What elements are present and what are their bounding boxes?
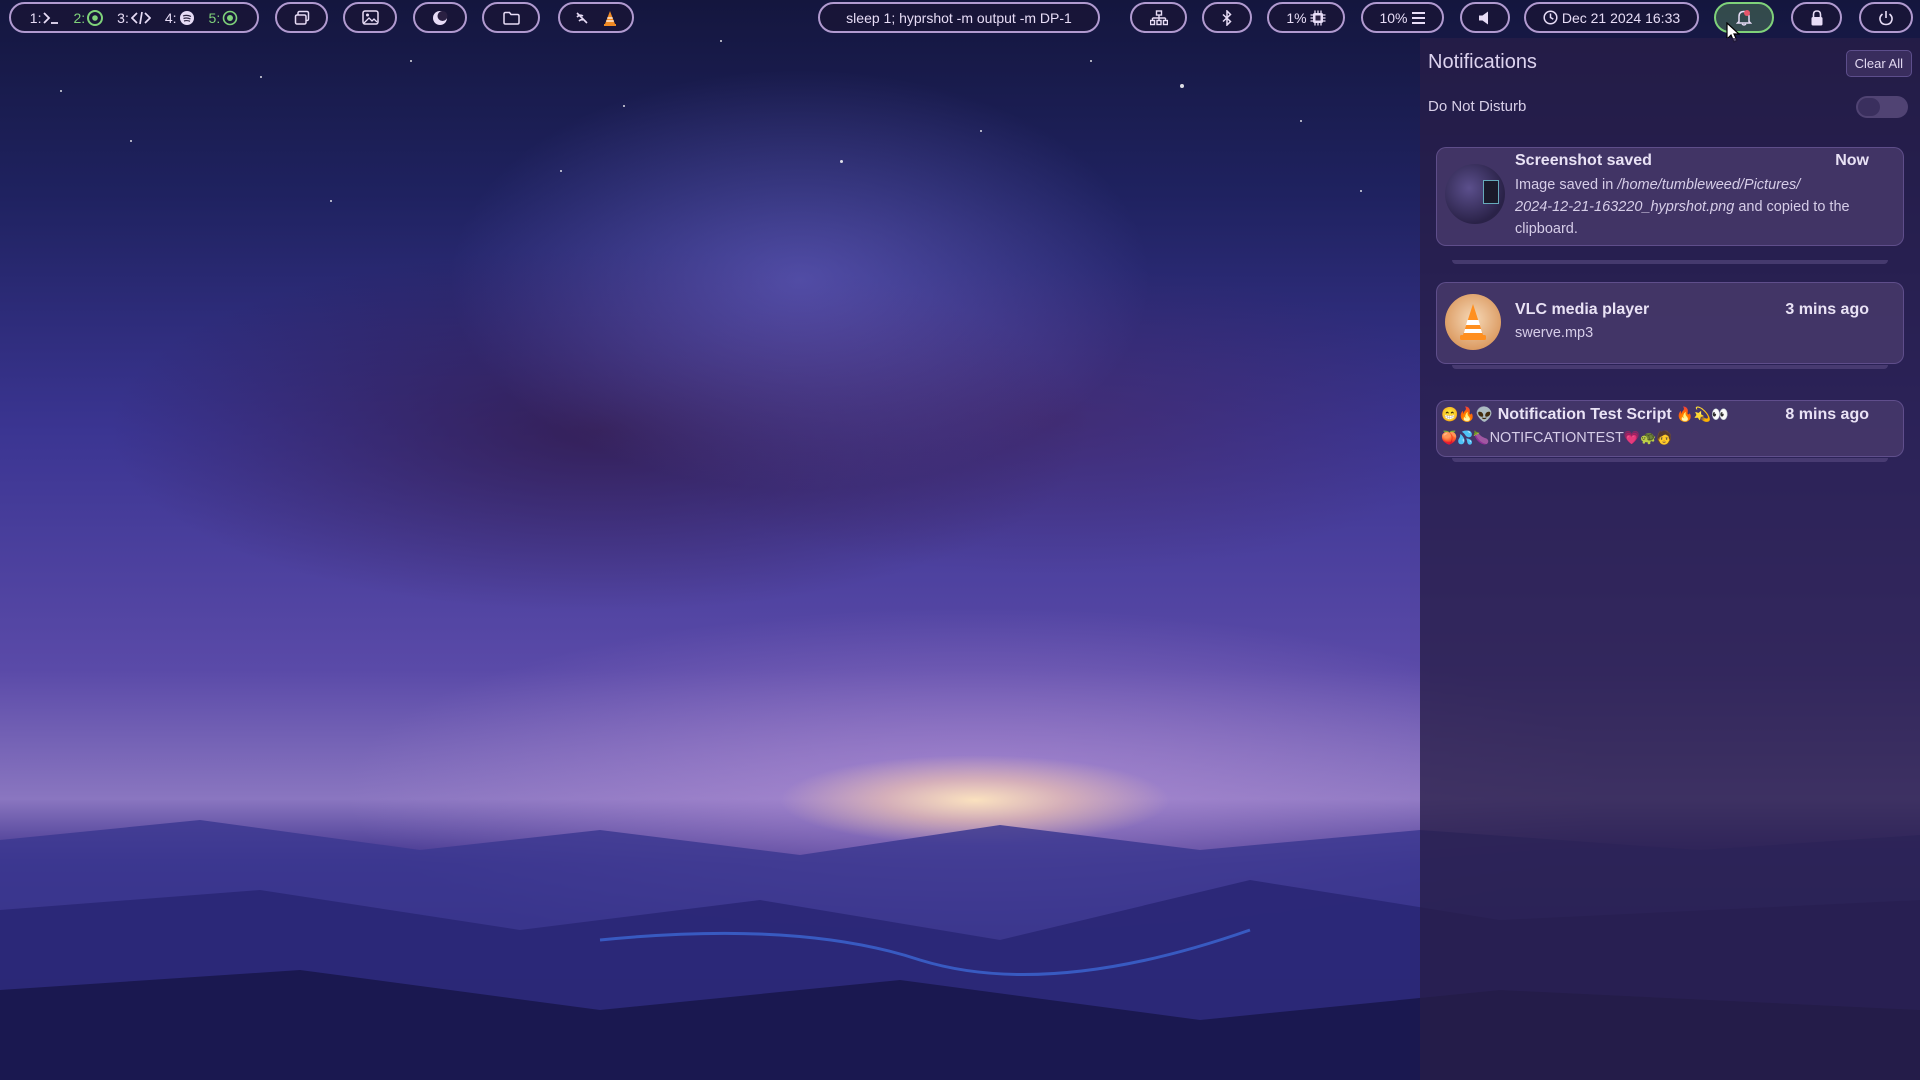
memory-usage[interactable]: 10% [1361, 2, 1444, 33]
body-emoji-suffix: 💗🐢🧑 [1623, 430, 1673, 445]
unread-dot [1744, 10, 1750, 16]
notification-time: 3 mins ago [1785, 301, 1869, 318]
workspace-5[interactable]: 5: [209, 10, 239, 26]
clock[interactable]: Dec 21 2024 16:33 [1524, 2, 1699, 33]
file-name: 2024-12-21-163220_hyprshot.png [1515, 199, 1735, 215]
windows-icon [294, 10, 309, 25]
dnd-label: Do Not Disturb [1428, 98, 1527, 115]
wallpaper-button[interactable] [343, 2, 397, 33]
workspace-3[interactable]: 3: [117, 10, 151, 26]
notification-body: 🍑💦🍆NOTIFCATIONTEST💗🐢🧑 [1441, 430, 1673, 446]
code-icon [130, 11, 151, 24]
vlc-cone-icon [1460, 304, 1486, 340]
title-emoji-prefix: 😁🔥👽 [1441, 406, 1494, 422]
card-stack-shadow [1452, 260, 1888, 264]
workspace-1[interactable]: 1: [30, 10, 60, 26]
notification-time: 8 mins ago [1785, 406, 1869, 423]
spotify-icon [179, 10, 194, 25]
volume-button[interactable] [1460, 2, 1510, 33]
moon-icon [433, 10, 448, 25]
lock-button[interactable] [1791, 2, 1842, 33]
ethernet-icon [1149, 9, 1168, 25]
vlc-icon [1445, 294, 1501, 350]
lock-icon [1811, 9, 1822, 25]
top-bar: 1: 2: 3: 4: 5: sleep 1; hyprshot -m outp… [0, 0, 1920, 38]
clock-icon [1543, 10, 1558, 25]
cpu-usage[interactable]: 1% [1267, 2, 1345, 33]
notification-body: swerve.mp3 [1515, 325, 1594, 341]
notifications-button[interactable] [1714, 2, 1774, 33]
workspaces-module: 1: 2: 3: 4: 5: [9, 2, 259, 33]
card-stack-shadow [1452, 458, 1888, 462]
volume-icon [1479, 11, 1488, 24]
window-switcher-button[interactable] [275, 2, 328, 33]
terminal-icon [43, 11, 59, 24]
title-emoji-suffix: 🔥💫👀 [1676, 406, 1729, 422]
record-icon [222, 10, 238, 25]
file-path: /home/tumbleweed/Pictures/ [1617, 177, 1801, 193]
network-button[interactable] [1130, 2, 1187, 33]
workspace-4[interactable]: 4: [165, 10, 195, 26]
notification-body: Image saved in /home/tumbleweed/Pictures… [1515, 177, 1850, 237]
bluetooth-button[interactable] [1202, 2, 1252, 33]
dnd-toggle[interactable] [1856, 96, 1908, 118]
notification-time: Now [1835, 152, 1869, 169]
screenshot-thumbnail-icon [1445, 164, 1505, 224]
notification-card[interactable]: Screenshot saved Now Image saved in /hom… [1436, 147, 1904, 246]
vlc-tray-icon[interactable] [603, 10, 617, 26]
notification-card[interactable]: 😁🔥👽 Notification Test Script 🔥💫👀 8 mins … [1436, 400, 1904, 457]
notification-card[interactable]: VLC media player 3 mins ago swerve.mp3 [1436, 282, 1904, 364]
panel-title: Notifications [1428, 51, 1537, 73]
body-emoji-prefix: 🍑💦🍆 [1441, 430, 1490, 445]
clear-all-button[interactable]: Clear All [1845, 50, 1912, 77]
notification-title: 😁🔥👽 Notification Test Script 🔥💫👀 [1441, 406, 1729, 423]
memory-icon [1411, 11, 1425, 24]
notification-title: VLC media player [1515, 301, 1650, 318]
chrome-icon [87, 9, 104, 26]
bluetooth-icon [1222, 9, 1232, 26]
file-manager-button[interactable] [482, 2, 540, 33]
folder-icon [502, 11, 520, 25]
theme-toggle-button[interactable] [413, 2, 467, 33]
card-stack-shadow [1452, 365, 1888, 369]
power-button[interactable] [1859, 2, 1913, 33]
tray-module [558, 2, 634, 33]
image-icon [361, 10, 379, 25]
power-icon [1879, 10, 1893, 25]
command-display: sleep 1; hyprshot -m output -m DP-1 [818, 2, 1100, 33]
notification-title: Screenshot saved [1515, 152, 1652, 169]
cpu-icon [1310, 10, 1326, 25]
dnd-toggle-knob [1858, 98, 1880, 116]
network-tray-icon[interactable] [575, 11, 589, 25]
workspace-2[interactable]: 2: [73, 9, 104, 26]
notification-center: Notifications Clear All Do Not Disturb S… [1420, 38, 1920, 1080]
